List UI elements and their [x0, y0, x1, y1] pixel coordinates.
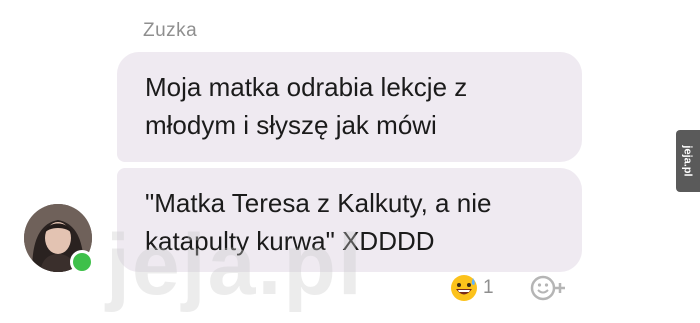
reaction-badge[interactable]: 1 — [450, 274, 494, 302]
message-line: Moja matka odrabia lekcje z — [145, 72, 468, 102]
add-reaction-button[interactable] — [530, 274, 570, 302]
sender-name: Zuzka — [143, 20, 198, 41]
grinning-sweat-face-icon — [451, 275, 477, 301]
message-line: "Matka Teresa z Kalkuty, a nie — [145, 188, 492, 218]
message-bubble[interactable]: "Matka Teresa z Kalkuty, a nie katapulty… — [117, 168, 582, 272]
add-reaction-icon — [530, 275, 565, 301]
reaction-count: 1 — [483, 277, 494, 298]
jeja-logo-text: jeja.pl — [682, 145, 694, 177]
message-bubble[interactable]: Moja matka odrabia lekcje z młodym i sły… — [117, 52, 582, 162]
message-line: katapulty kurwa" XDDDD — [145, 226, 435, 256]
message-line: młodym i słyszę jak mówi — [145, 110, 437, 140]
online-status-indicator — [70, 250, 94, 274]
jeja-logo-badge: jeja.pl — [676, 130, 700, 192]
